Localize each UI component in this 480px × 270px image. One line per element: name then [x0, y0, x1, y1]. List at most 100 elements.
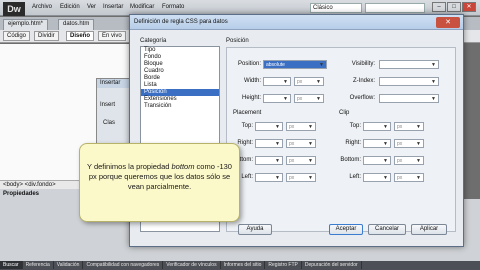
zindex-label: Z-Index:: [352, 78, 375, 84]
tab-ftp[interactable]: Registro FTP: [265, 261, 302, 269]
menu-archivo[interactable]: Archivo: [32, 4, 52, 10]
caption-emphasis: bottom: [171, 162, 195, 171]
dialog-title: Definición de regla CSS para datos: [130, 15, 463, 30]
width-input[interactable]: ▼: [263, 77, 291, 86]
clip-right-input[interactable]: ▼: [363, 139, 391, 148]
chevron-down-icon: ▼: [383, 175, 388, 181]
chevron-down-icon: ▼: [308, 158, 313, 164]
code-view-button[interactable]: Código: [3, 31, 31, 41]
visibility-label: Visibility:: [351, 61, 375, 67]
placement-top-label: Top:: [241, 123, 253, 129]
tab-datos[interactable]: datos.htm: [58, 19, 95, 30]
close-button[interactable]: ✕: [462, 2, 476, 12]
cancel-button[interactable]: Cancelar: [368, 224, 406, 235]
placement-top-unit[interactable]: px ▼: [286, 122, 316, 131]
overflow-select[interactable]: ▼: [379, 94, 439, 103]
chevron-down-icon: ▼: [431, 79, 436, 85]
chevron-down-icon: ▼: [283, 96, 288, 102]
workspace-select[interactable]: Clásico: [310, 3, 362, 13]
clip-top-label: Top:: [349, 123, 361, 129]
dialog-close-button[interactable]: ✕: [436, 17, 460, 28]
placement-left-input[interactable]: ▼: [255, 173, 283, 182]
clip-bottom-label: Bottom:: [340, 157, 361, 163]
clip-left-unit[interactable]: px ▼: [394, 173, 424, 182]
menu-edicion[interactable]: Edición: [60, 4, 80, 10]
clip-left-label: Left:: [349, 174, 361, 180]
chevron-down-icon: ▼: [383, 124, 388, 130]
menu-ver[interactable]: Ver: [87, 4, 96, 10]
help-button[interactable]: Ayuda: [238, 224, 272, 235]
tab-referencia[interactable]: Referencia: [23, 261, 54, 269]
clip-label: Clip: [339, 110, 350, 116]
chevron-down-icon: ▼: [275, 158, 280, 164]
category-item-fondo[interactable]: Fondo: [141, 54, 219, 61]
chevron-down-icon: ▼: [431, 62, 436, 68]
category-item-borde[interactable]: Borde: [141, 75, 219, 82]
app-logo: Dw: [3, 2, 25, 16]
category-item-extensiones[interactable]: Extensiones: [141, 96, 219, 103]
placement-bottom-unit[interactable]: px ▼: [286, 156, 316, 165]
height-unit-select[interactable]: px ▼: [294, 94, 324, 103]
clip-right-unit[interactable]: px ▼: [394, 139, 424, 148]
category-item-tipo[interactable]: Tipo: [141, 47, 219, 54]
height-input[interactable]: ▼: [263, 94, 291, 103]
chevron-down-icon: ▼: [319, 62, 324, 68]
placement-top-input[interactable]: ▼: [255, 122, 283, 131]
clip-top-unit[interactable]: px ▼: [394, 122, 424, 131]
caption-text-start: Y definimos la propiedad: [87, 162, 172, 171]
menu-formato[interactable]: Formato: [162, 4, 184, 10]
placement-label: Placement: [233, 110, 262, 116]
ok-button[interactable]: Aceptar: [329, 224, 363, 235]
tab-compatibilidad[interactable]: Compatibilidad con navegadores: [83, 261, 164, 269]
apply-button[interactable]: Aplicar: [411, 224, 447, 235]
tab-validacion[interactable]: Validación: [54, 261, 84, 269]
clip-top-input[interactable]: ▼: [363, 122, 391, 131]
tab-informes[interactable]: Informes del sitio: [221, 261, 266, 269]
split-view-button[interactable]: Dividir: [34, 31, 59, 41]
placement-left-unit[interactable]: px ▼: [286, 173, 316, 182]
chevron-down-icon: ▼: [283, 79, 288, 85]
category-label: Categoría: [140, 38, 167, 44]
chevron-down-icon: ▼: [308, 175, 313, 181]
placement-bottom-input[interactable]: ▼: [255, 156, 283, 165]
zindex-select[interactable]: ▼: [379, 77, 439, 86]
placement-right-input[interactable]: ▼: [255, 139, 283, 148]
clip-bottom-input[interactable]: ▼: [363, 156, 391, 165]
clip-bottom-unit[interactable]: px ▼: [394, 156, 424, 165]
chevron-down-icon: ▼: [308, 141, 313, 147]
category-item-bloque[interactable]: Bloque: [141, 61, 219, 68]
maximize-button[interactable]: □: [447, 2, 461, 12]
category-item-transicion[interactable]: Transición: [141, 103, 219, 110]
chevron-down-icon: ▼: [416, 124, 421, 130]
placement-right-unit[interactable]: px ▼: [286, 139, 316, 148]
chevron-down-icon: ▼: [275, 141, 280, 147]
category-item-cuadro[interactable]: Cuadro: [141, 68, 219, 75]
chevron-down-icon: ▼: [416, 141, 421, 147]
live-view-button[interactable]: En vivo: [98, 31, 126, 41]
overflow-label: Overflow:: [349, 95, 375, 101]
visibility-select[interactable]: ▼: [379, 60, 439, 69]
chevron-down-icon: ▼: [431, 96, 436, 102]
search-input[interactable]: [365, 3, 425, 13]
category-item-lista[interactable]: Lista: [141, 82, 219, 89]
tab-depuracion[interactable]: Depuración del servidor: [302, 261, 362, 269]
tab-ejemplo[interactable]: ejemplo.htm*: [3, 19, 49, 30]
clip-left-input[interactable]: ▼: [363, 173, 391, 182]
menu-insertar[interactable]: Insertar: [103, 4, 123, 10]
tutorial-caption: Y definimos la propiedad bottom como -13…: [79, 143, 240, 222]
category-item-posicion[interactable]: Posición: [141, 89, 219, 96]
menu-modificar[interactable]: Modificar: [130, 4, 154, 10]
position-select[interactable]: absolute ▼: [263, 60, 327, 69]
section-label: Posición: [226, 38, 249, 44]
design-view-button[interactable]: Diseño: [66, 31, 95, 41]
tab-buscar[interactable]: Buscar: [0, 261, 23, 269]
results-panel-tabs: Buscar Referencia Validación Compatibilidad…: [0, 261, 480, 270]
tab-verificador[interactable]: Verificador de vínculos: [163, 261, 221, 269]
chevron-down-icon: ▼: [316, 96, 321, 102]
minimize-button[interactable]: –: [432, 2, 446, 12]
chevron-down-icon: ▼: [275, 175, 280, 181]
chevron-down-icon: ▼: [383, 141, 388, 147]
chevron-down-icon: ▼: [416, 158, 421, 164]
position-select-value: absolute: [266, 62, 285, 68]
width-unit-select[interactable]: px ▼: [294, 77, 324, 86]
